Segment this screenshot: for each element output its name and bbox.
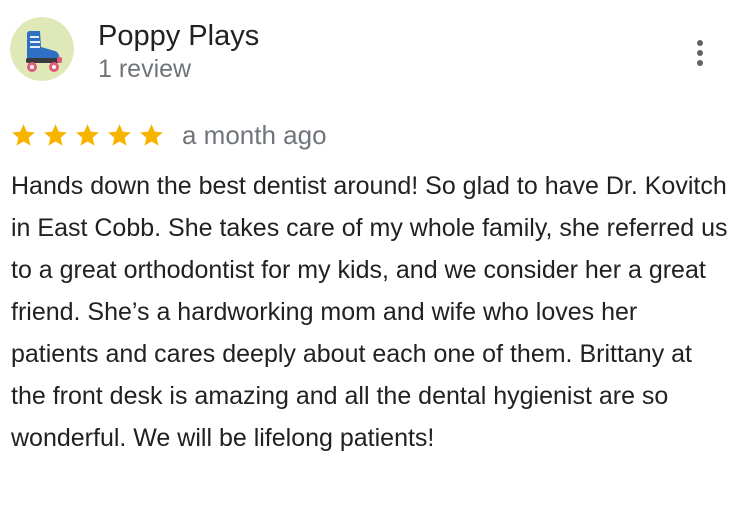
star-icon — [140, 123, 163, 146]
star-rating — [10, 122, 170, 149]
review-card: Poppy Plays 1 review a month ago Hands d… — [0, 0, 740, 508]
roller-skate-avatar-icon[interactable] — [10, 17, 74, 81]
rating-row: a month ago — [10, 117, 327, 153]
star-icon — [12, 123, 35, 146]
author-name[interactable]: Poppy Plays — [98, 18, 259, 54]
author-review-count[interactable]: 1 review — [98, 54, 191, 84]
star-icon — [44, 123, 67, 146]
star-icon — [108, 123, 131, 146]
more-vert-icon[interactable] — [686, 36, 714, 70]
star-icon — [76, 123, 99, 146]
review-text: Hands down the best dentist around! So g… — [11, 172, 728, 452]
review-date: a month ago — [182, 120, 327, 150]
